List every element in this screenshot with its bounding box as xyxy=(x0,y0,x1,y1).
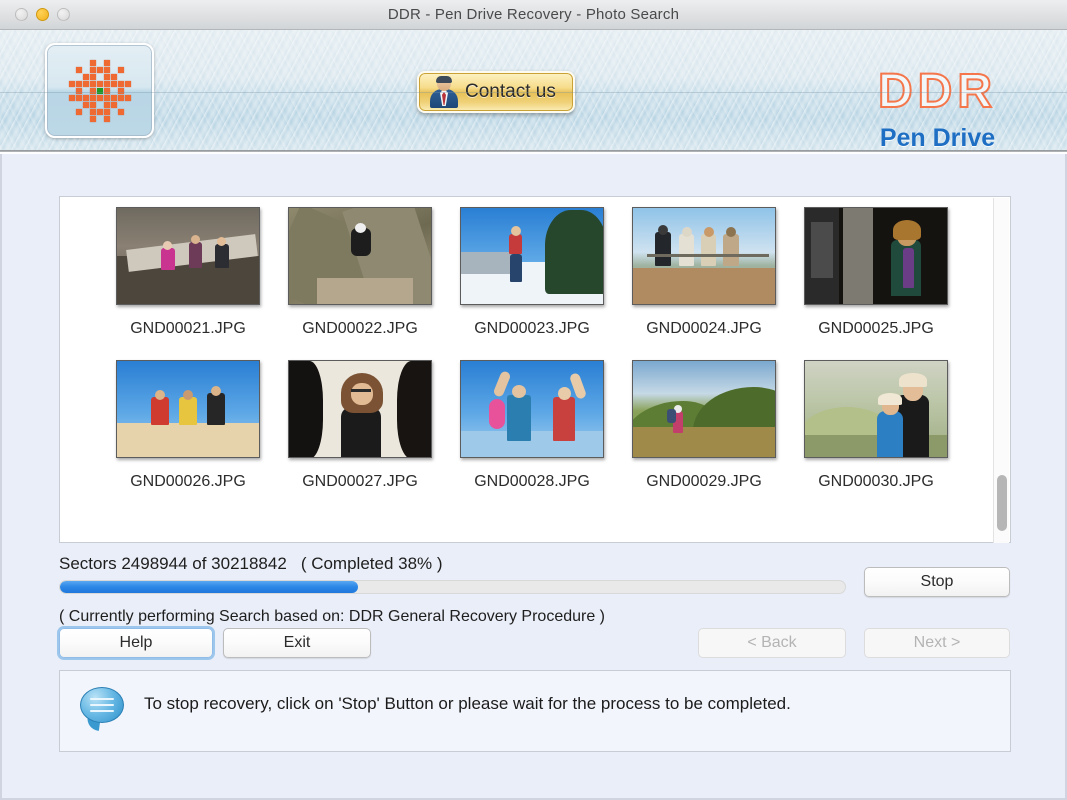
thumbnail-filename: GND00025.JPG xyxy=(818,320,934,338)
thumbnail-image[interactable] xyxy=(288,360,432,458)
close-button[interactable] xyxy=(15,8,28,21)
progress-bar-fill xyxy=(60,581,358,593)
thumbnail-filename: GND00024.JPG xyxy=(646,320,762,338)
thumbnail-scroll-area: GND00021.JPG GND00022.JPG xyxy=(60,197,993,542)
person-icon xyxy=(429,76,459,108)
thumbnail-item[interactable]: GND00026.JPG xyxy=(102,360,274,491)
window-title: DDR - Pen Drive Recovery - Photo Search xyxy=(0,6,1067,23)
search-status-label: ( Currently performing Search based on: … xyxy=(59,608,605,626)
info-message: To stop recovery, click on 'Stop' Button… xyxy=(144,687,791,714)
brand-logo: DDR Pen Drive xyxy=(878,68,997,152)
thumbnail-item[interactable]: GND00023.JPG xyxy=(446,207,618,338)
brand-subtitle: Pen Drive xyxy=(878,124,997,152)
thumbnail-item[interactable]: GND00027.JPG xyxy=(274,360,446,491)
thumbnail-filename: GND00029.JPG xyxy=(646,473,762,491)
app-logo xyxy=(45,43,154,138)
thumbnail-item[interactable]: GND00024.JPG xyxy=(618,207,790,338)
thumbnail-filename: GND00022.JPG xyxy=(302,320,418,338)
thumbnail-image[interactable] xyxy=(804,360,948,458)
window-controls xyxy=(15,8,70,21)
header-banner: Contact us DDR Pen Drive xyxy=(0,30,1067,152)
thumbnail-image[interactable] xyxy=(460,207,604,305)
thumbnail-row: GND00026.JPG GND000 xyxy=(60,360,993,491)
thumbnail-filename: GND00023.JPG xyxy=(474,320,590,338)
back-button[interactable]: < Back xyxy=(698,628,846,658)
thumbnail-filename: GND00030.JPG xyxy=(818,473,934,491)
contact-us-label: Contact us xyxy=(465,81,556,103)
thumbnail-scrollbar[interactable] xyxy=(993,198,1009,543)
thumbnail-filename: GND00028.JPG xyxy=(474,473,590,491)
exit-button[interactable]: Exit xyxy=(223,628,371,658)
main-content: GND00021.JPG GND00022.JPG xyxy=(0,154,1067,800)
maximize-button[interactable] xyxy=(57,8,70,21)
scrollbar-thumb[interactable] xyxy=(997,475,1007,531)
help-button[interactable]: Help xyxy=(59,628,213,658)
thumbnail-item[interactable]: GND00025.JPG xyxy=(790,207,962,338)
progress-bar xyxy=(59,580,846,594)
thumbnail-image[interactable] xyxy=(116,207,260,305)
speech-bubble-icon xyxy=(80,687,126,731)
thumbnail-item[interactable]: GND00030.JPG xyxy=(790,360,962,491)
thumbnail-image[interactable] xyxy=(632,360,776,458)
thumbnail-image[interactable] xyxy=(460,360,604,458)
sector-count-label: Sectors 2498944 of 30218842 xyxy=(59,554,287,573)
thumbnail-image[interactable] xyxy=(804,207,948,305)
pixel-flower-icon xyxy=(69,60,131,122)
thumbnail-item[interactable]: GND00022.JPG xyxy=(274,207,446,338)
stop-button[interactable]: Stop xyxy=(864,567,1010,597)
brand-title: DDR xyxy=(878,68,997,116)
title-bar: DDR - Pen Drive Recovery - Photo Search xyxy=(0,0,1067,30)
banner-divider xyxy=(0,150,1067,152)
thumbnail-item[interactable]: GND00028.JPG xyxy=(446,360,618,491)
thumbnail-filename: GND00026.JPG xyxy=(130,473,246,491)
application-window: DDR - Pen Drive Recovery - Photo Search xyxy=(0,0,1067,800)
thumbnail-image[interactable] xyxy=(288,207,432,305)
completed-percent-label: ( Completed 38% ) xyxy=(301,554,443,573)
thumbnail-filename: GND00027.JPG xyxy=(302,473,418,491)
thumbnail-row: GND00021.JPG GND00022.JPG xyxy=(60,207,993,338)
minimize-button[interactable] xyxy=(36,8,49,21)
thumbnail-image[interactable] xyxy=(632,207,776,305)
thumbnail-image[interactable] xyxy=(116,360,260,458)
info-panel: To stop recovery, click on 'Stop' Button… xyxy=(59,670,1011,752)
thumbnail-panel: GND00021.JPG GND00022.JPG xyxy=(59,196,1011,543)
thumbnail-item[interactable]: GND00021.JPG xyxy=(102,207,274,338)
next-button[interactable]: Next > xyxy=(864,628,1010,658)
sector-status: Sectors 2498944 of 30218842 ( Completed 3… xyxy=(59,554,443,574)
thumbnail-item[interactable]: GND00029.JPG xyxy=(618,360,790,491)
thumbnail-filename: GND00021.JPG xyxy=(130,320,246,338)
contact-us-button[interactable]: Contact us xyxy=(417,71,575,113)
